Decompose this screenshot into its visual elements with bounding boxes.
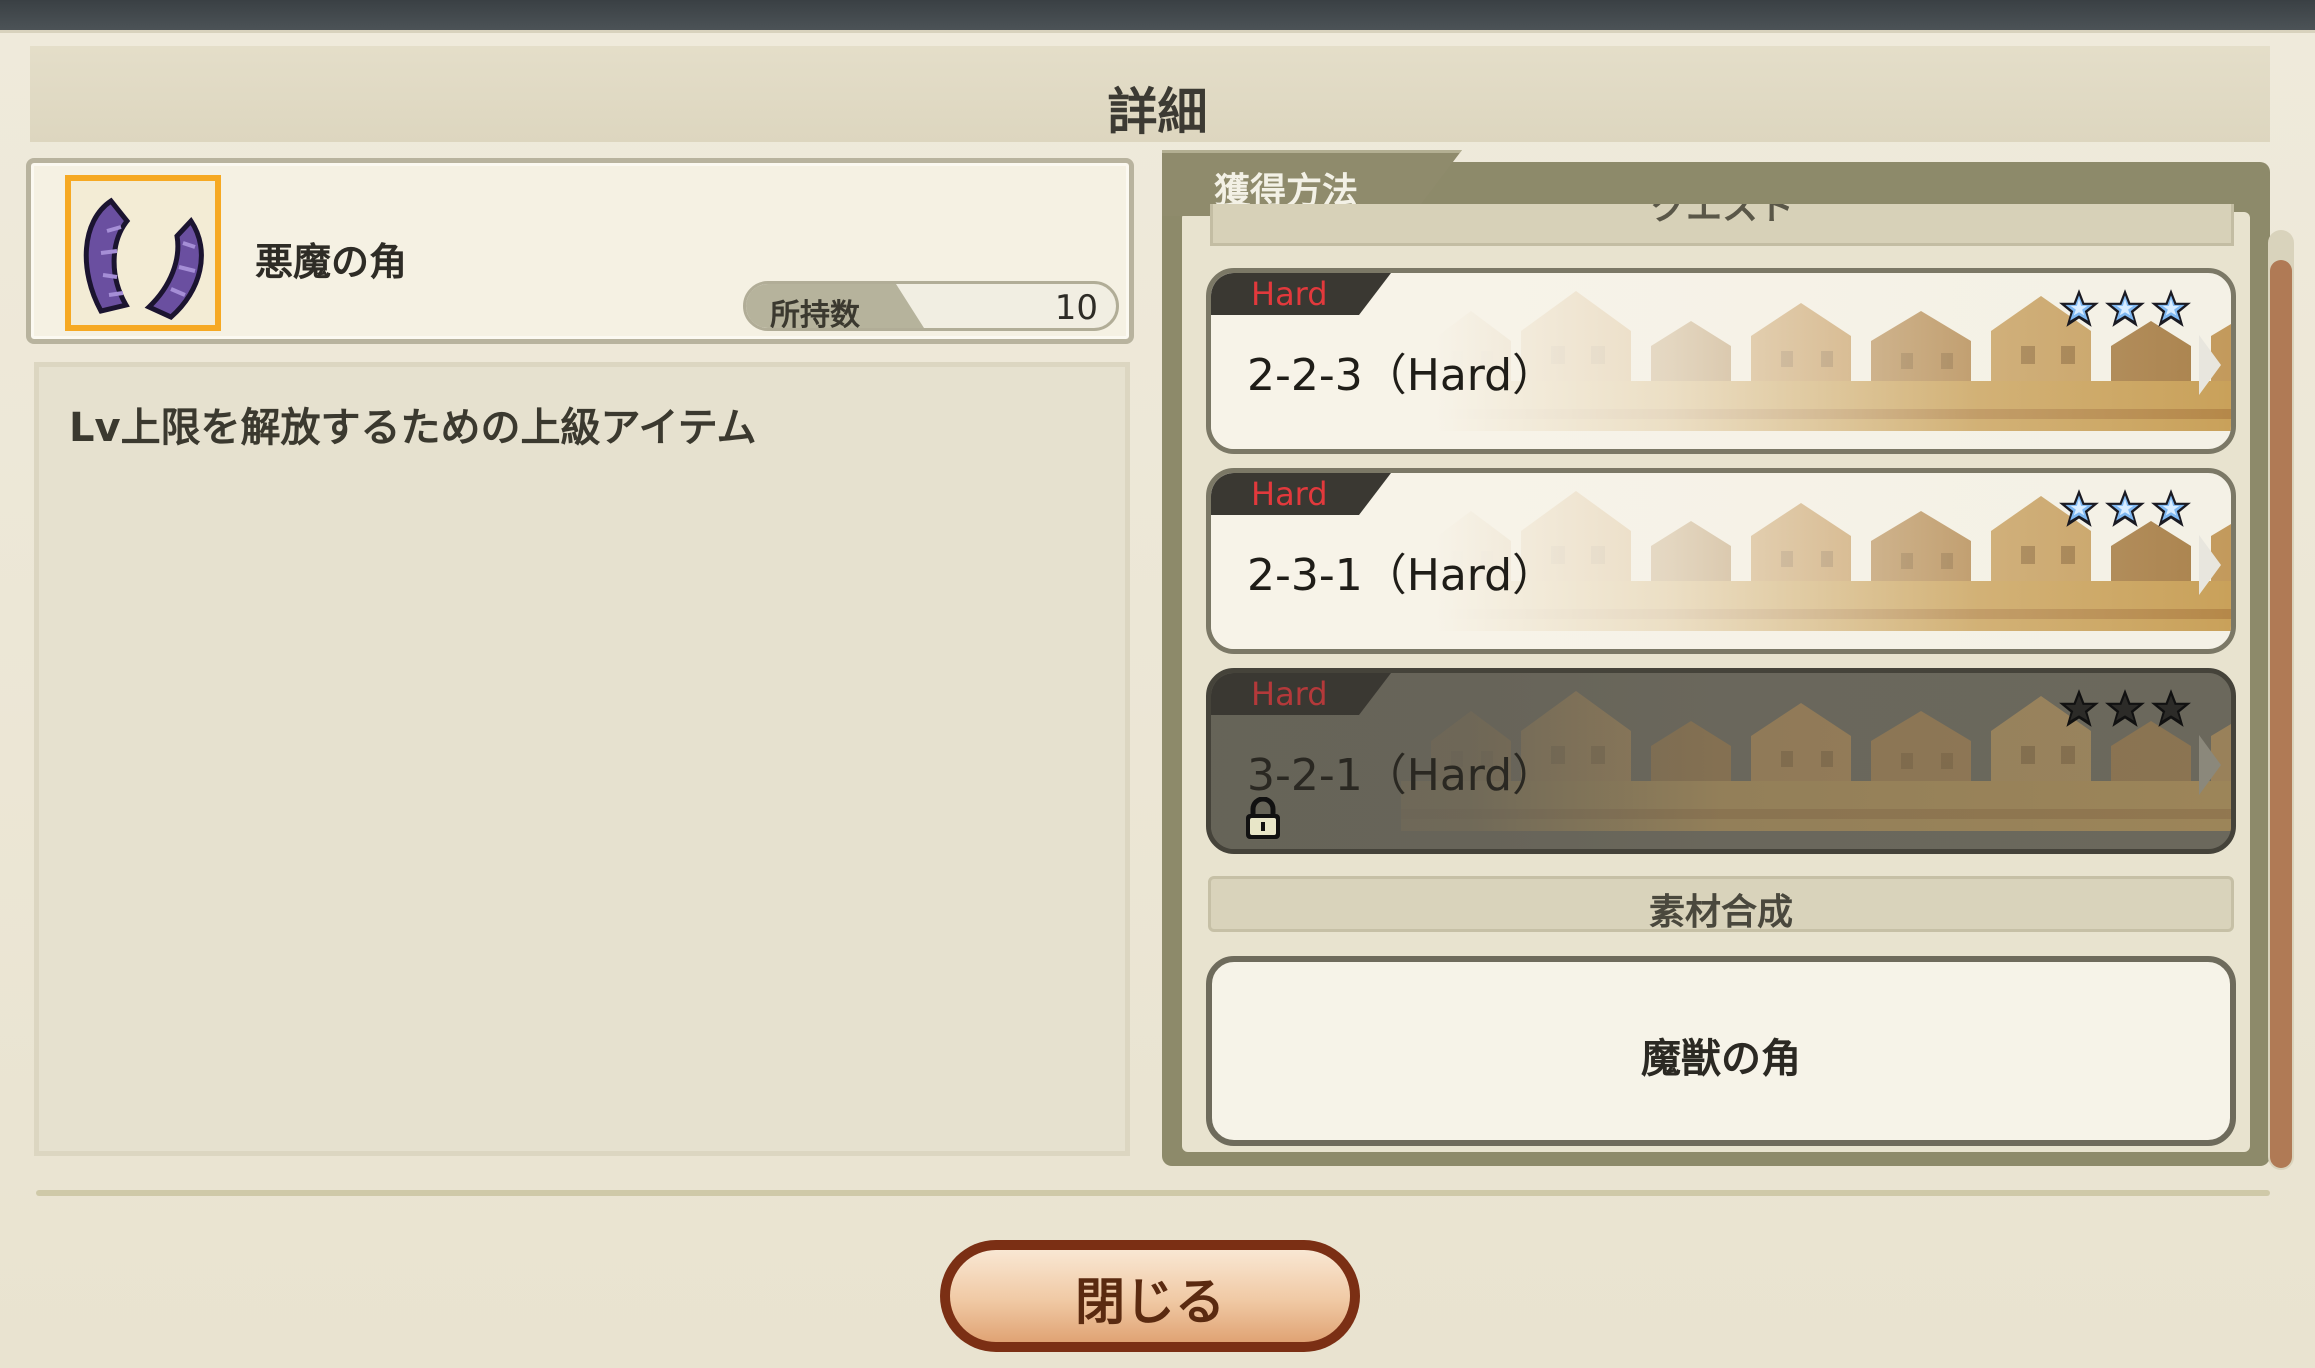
quest-item-3[interactable]: Hard 3-2-1（Hard） [1206, 668, 2236, 854]
lock-icon [1246, 797, 1280, 839]
star-icon [2059, 489, 2099, 527]
demon-horns-icon [65, 175, 221, 331]
star-icon [2151, 489, 2191, 527]
scrollbar-thumb[interactable] [2270, 260, 2292, 1168]
synthesis-section-header: 素材合成 [1208, 876, 2234, 933]
quest-item-1[interactable]: Hard 2-2-3（Hard） [1206, 268, 2236, 454]
quest-name: 3-2-1（Hard） [1247, 750, 1557, 801]
star-icon [2105, 689, 2145, 727]
star-icon [2151, 689, 2191, 727]
difficulty-label: Hard [1251, 275, 1328, 313]
synthesis-material-name: 魔獣の角 [1641, 1036, 1801, 1082]
quest-name: 2-3-1（Hard） [1247, 550, 1557, 601]
star-icon [2105, 289, 2145, 327]
star-rating [2057, 287, 2193, 329]
owned-label: 所持数 [770, 298, 860, 331]
item-description: Lv上限を解放するための上級アイテム [69, 405, 757, 451]
star-rating [2057, 487, 2193, 529]
star-icon [2059, 289, 2099, 327]
quest-section-label: クエスト [1649, 204, 1794, 228]
star-icon [2105, 489, 2145, 527]
quest-name: 2-2-3（Hard） [1247, 350, 1557, 401]
owned-count-bar: 所持数 10 [743, 281, 1119, 331]
close-button[interactable]: 閉じる [940, 1240, 1360, 1352]
item-name: 悪魔の角 [255, 240, 408, 284]
close-button-label: 閉じる [1075, 1273, 1225, 1331]
item-description-panel: Lv上限を解放するための上級アイテム [34, 362, 1130, 1156]
divider [36, 1190, 2270, 1196]
quest-item-2[interactable]: Hard 2-3-1（Hard） [1206, 468, 2236, 654]
synthesis-material-item[interactable]: 魔獣の角 [1206, 956, 2236, 1146]
item-card: 悪魔の角 所持数 10 [26, 158, 1134, 344]
dialog-title: 詳細 [1107, 83, 1208, 141]
star-rating [2057, 687, 2193, 729]
difficulty-label: Hard [1251, 475, 1328, 513]
star-icon [2151, 289, 2191, 327]
quest-section-header: クエスト [1210, 204, 2234, 246]
difficulty-label: Hard [1251, 675, 1328, 713]
owned-count: 10 [1054, 288, 1098, 328]
synthesis-section-label: 素材合成 [1648, 892, 1793, 933]
top-bar [0, 0, 2315, 32]
star-icon [2059, 689, 2099, 727]
